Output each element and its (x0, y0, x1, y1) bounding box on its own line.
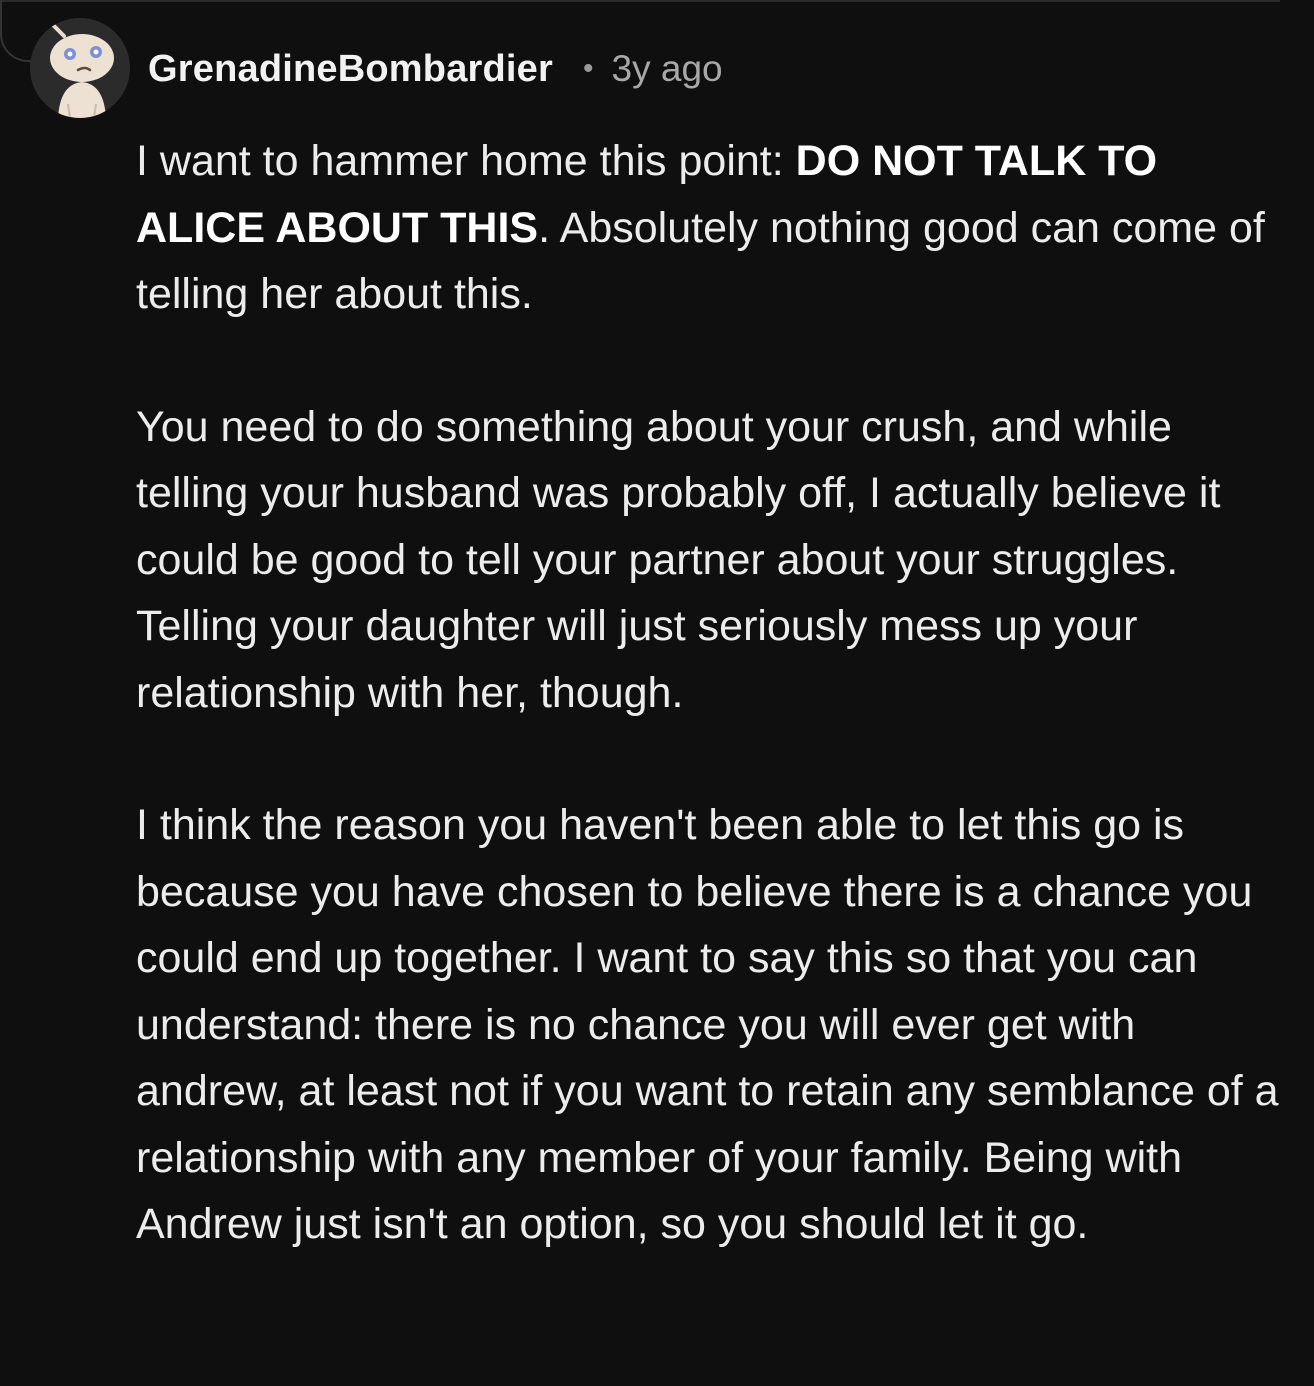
comment-body: I want to hammer home this point: DO NOT… (136, 128, 1286, 1258)
comment-timestamp[interactable]: 3y ago (612, 48, 723, 90)
meta-separator-dot: • (583, 52, 594, 85)
comment-paragraph-2: You need to do something about your crus… (136, 402, 1221, 717)
user-avatar[interactable] (30, 18, 130, 118)
comment-paragraph-1: I want to hammer home this point: DO NOT… (136, 128, 1286, 328)
reddit-snoo-avatar-icon (39, 18, 114, 118)
comment-author-link[interactable]: GrenadineBombardier (148, 48, 553, 91)
comment-header: GrenadineBombardier • 3y ago (148, 44, 723, 94)
paragraph-1-text-start: I want to hammer home this point: (136, 137, 796, 185)
thread-top-edge (0, 0, 1280, 2)
comment-paragraph-3: I think the reason you haven't been able… (136, 801, 1279, 1248)
